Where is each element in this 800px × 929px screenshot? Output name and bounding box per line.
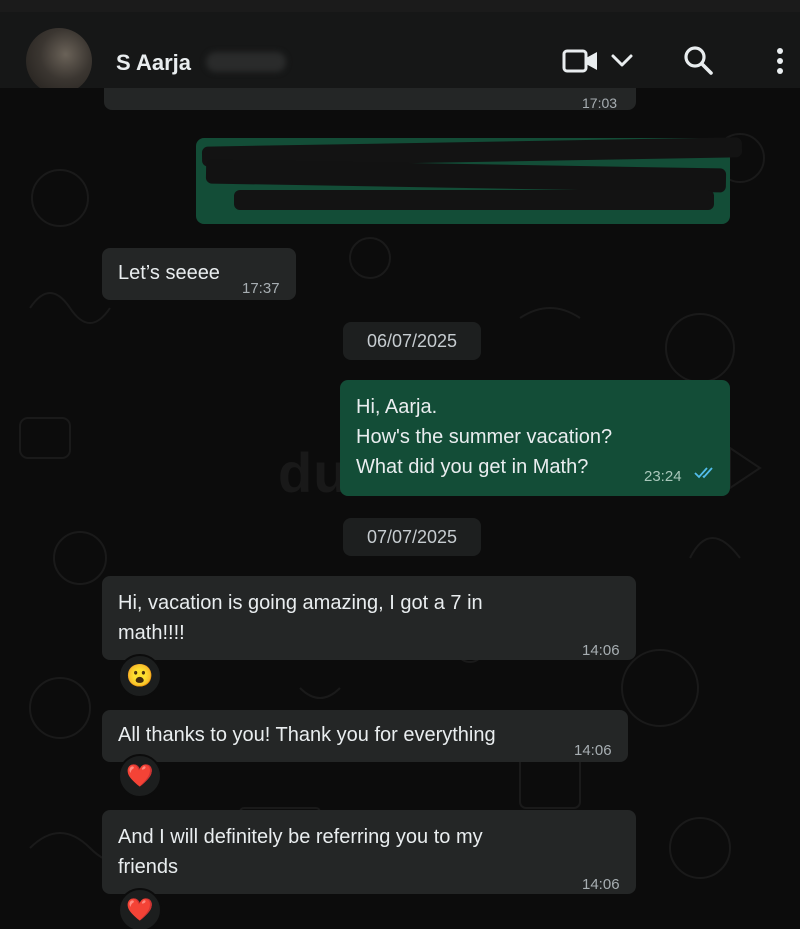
message-incoming-redacted[interactable]: 17:03 xyxy=(104,88,636,111)
message-text: All thanks to you! Thank you for everyth… xyxy=(118,724,496,746)
window-top-strip xyxy=(0,0,800,12)
date-divider: 07/07/2025 xyxy=(343,518,481,556)
message-time: 14:06 xyxy=(582,642,620,659)
message-time: 14:06 xyxy=(582,876,620,893)
message-outgoing-redacted[interactable] xyxy=(196,137,743,224)
whatsapp-window: S Aarja 17:03 Let’s seeee 17:37 06/07/20… xyxy=(0,0,800,929)
message-text-line: And I will definitely be referring you t… xyxy=(118,826,483,848)
message-text-line: How's the summer vacation? xyxy=(356,426,613,448)
message-text-line: Hi, vacation is going amazing, I got a 7… xyxy=(118,592,483,614)
chevron-down-icon[interactable] xyxy=(610,52,634,70)
message-text-line: Hi, Aarja. xyxy=(356,396,438,418)
message-time: 23:24 xyxy=(644,468,682,485)
message-text-line: math!!!! xyxy=(118,622,185,644)
message-text-line: friends xyxy=(118,856,179,878)
more-menu-icon[interactable] xyxy=(772,46,788,76)
redaction-scribble xyxy=(234,190,714,210)
message-time: 17:03 xyxy=(582,95,618,111)
reaction-badge[interactable]: 😮 xyxy=(118,654,162,698)
read-receipt-icon xyxy=(694,467,713,479)
search-icon[interactable] xyxy=(682,44,714,76)
reaction-badge[interactable]: ❤️ xyxy=(118,888,162,929)
redacted-surname xyxy=(206,52,286,72)
message-incoming[interactable]: Hi, vacation is going amazing, I got a 7… xyxy=(102,576,636,660)
chat-area[interactable]: dubizzle 17:03 Let’s seeee 17:37 06/07/2… xyxy=(0,88,800,929)
message-text: Let’s seeee xyxy=(118,262,220,284)
contact-avatar[interactable] xyxy=(26,28,92,94)
chat-header: S Aarja xyxy=(0,12,800,94)
message-incoming[interactable]: All thanks to you! Thank you for everyth… xyxy=(102,710,628,762)
message-text-line: What did you get in Math? xyxy=(356,456,589,478)
message-incoming[interactable]: Let’s seeee 17:37 xyxy=(102,248,296,300)
message-time: 17:37 xyxy=(242,280,280,297)
message-outgoing[interactable]: Hi, Aarja. How's the summer vacation? Wh… xyxy=(340,380,730,496)
contact-name[interactable]: S Aarja xyxy=(116,50,191,76)
redaction-scribble xyxy=(205,159,727,193)
message-time: 14:06 xyxy=(574,742,612,759)
date-divider: 06/07/2025 xyxy=(343,322,481,360)
message-incoming[interactable]: And I will definitely be referring you t… xyxy=(102,810,636,894)
reaction-badge[interactable]: ❤️ xyxy=(118,754,162,798)
video-call-icon[interactable] xyxy=(562,48,600,74)
